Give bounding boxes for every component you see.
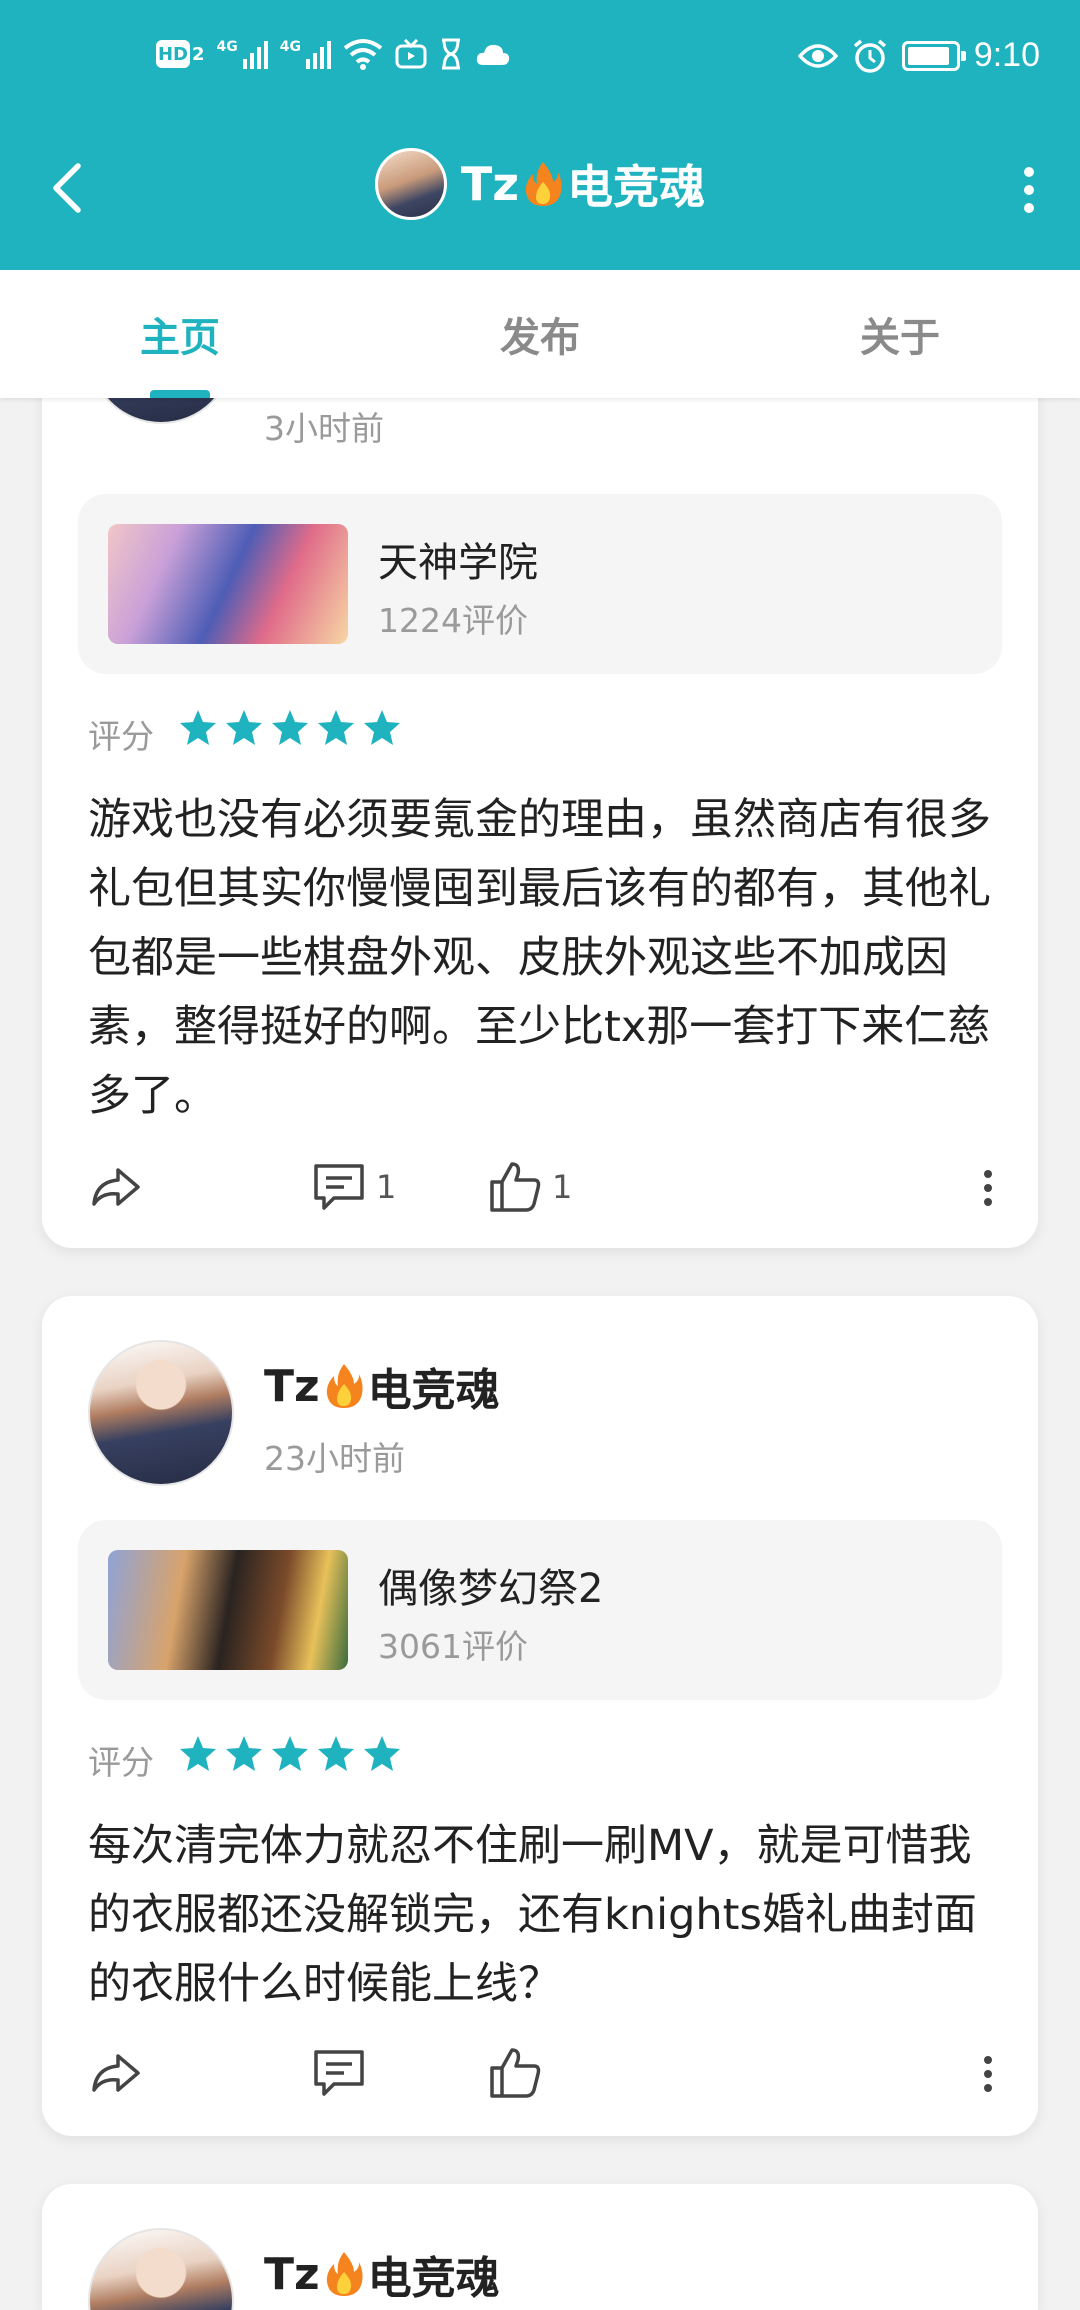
- status-right: 9:10: [797, 36, 1040, 75]
- star-rating: [178, 708, 402, 748]
- battery-icon: [901, 40, 966, 71]
- game-thumbnail: [108, 524, 348, 644]
- tab-bar: 主页 发布 关于: [0, 270, 1080, 398]
- top-bar: HD 2 4G 4G 9:10 Tz 电竞魂: [0, 0, 1080, 270]
- author-avatar[interactable]: [88, 2228, 234, 2310]
- review-text: 游戏也没有必须要氪金的理由，虽然商店有很多礼包但其实你慢慢囤到最后该有的都有，其…: [88, 795, 991, 1121]
- title-group: Tz 电竞魂: [0, 148, 1080, 220]
- comment-button[interactable]: 1: [312, 1160, 396, 1214]
- star-icon: [272, 710, 308, 745]
- cloud-icon: [476, 44, 510, 65]
- author-avatar[interactable]: [88, 1340, 234, 1486]
- wifi-icon: [343, 39, 383, 70]
- page-title: Tz 电竞魂: [461, 151, 705, 217]
- signal-icon: 4G: [217, 39, 268, 69]
- review-card[interactable]: Tz 电竞魂 23小时前 偶像梦幻祭2 3061评价 评分 每次清完体力就忍不住…: [42, 1296, 1038, 2136]
- star-icon: [272, 1736, 308, 1771]
- share-button[interactable]: [88, 1160, 142, 1214]
- star-icon: [364, 1736, 400, 1771]
- tab-home[interactable]: 主页: [0, 270, 360, 398]
- tv-icon: [395, 39, 427, 69]
- star-rating: [178, 1734, 402, 1774]
- comment-icon: [314, 2050, 364, 2096]
- like-button[interactable]: [488, 2046, 552, 2100]
- thumbs-up-icon: [490, 1162, 541, 1212]
- star-icon: [226, 710, 262, 745]
- status-bar: HD 2 4G 4G 9:10: [0, 0, 1080, 120]
- thumbs-up-icon: [490, 2048, 541, 2098]
- author-name[interactable]: Tz 电竞魂: [264, 2242, 500, 2306]
- network-type-2: 4G: [279, 39, 301, 55]
- share-icon: [92, 2054, 140, 2092]
- author-name-suffix: 电竞魂: [367, 2253, 500, 2304]
- signal-icon-2: 4G: [280, 39, 331, 69]
- star-icon: [180, 1736, 216, 1771]
- title-name: Tz: [460, 157, 520, 211]
- game-card[interactable]: 偶像梦幻祭2 3061评价: [78, 1520, 1002, 1700]
- author-name-suffix: 电竞魂: [367, 1365, 500, 1416]
- hourglass-icon: [442, 38, 460, 70]
- action-bar: [88, 2046, 1008, 2106]
- like-button[interactable]: 1: [488, 1160, 572, 1214]
- tab-posts[interactable]: 发布: [360, 270, 720, 398]
- more-options-icon[interactable]: [978, 1166, 998, 1210]
- share-button[interactable]: [88, 2046, 142, 2100]
- comment-icon: [314, 1164, 364, 1210]
- game-thumbnail: [108, 1550, 348, 1670]
- game-name: 天神学院: [378, 540, 538, 586]
- flame-icon: [525, 162, 562, 206]
- game-review-count: 1224评价: [378, 601, 528, 640]
- post-time: 23小时前: [264, 1439, 405, 1478]
- author-name[interactable]: Tz 电竞魂: [264, 1354, 500, 1418]
- rating-label: 评分: [88, 1743, 154, 1782]
- action-bar: 1 1: [88, 1160, 1008, 1220]
- comment-count: 1: [376, 1168, 397, 1206]
- star-icon: [180, 710, 216, 745]
- hd-icon: HD 2: [156, 40, 205, 68]
- tab-about[interactable]: 关于: [720, 270, 1080, 398]
- tab-indicator: [150, 390, 210, 398]
- clock-time: 9:10: [973, 36, 1040, 74]
- status-left: HD 2 4G 4G: [156, 38, 511, 70]
- author-name-text: Tz: [264, 1360, 320, 1412]
- star-icon: [364, 710, 400, 745]
- review-text: 每次清完体力就忍不住刷一刷MV，就是可惜我的衣服都还没解锁完，还有knights…: [88, 1821, 977, 2009]
- review-card[interactable]: Tz 电竞魂: [42, 2184, 1038, 2310]
- game-card[interactable]: 天神学院 1224评价: [78, 494, 1002, 674]
- star-icon: [226, 1736, 262, 1771]
- star-icon: [318, 1736, 354, 1771]
- more-options-icon[interactable]: [978, 2052, 998, 2096]
- alarm-icon: [853, 39, 886, 73]
- rating-label: 评分: [88, 717, 154, 756]
- review-card[interactable]: 3小时前 天神学院 1224评价 评分 游戏也没有必须要氪金的理由，虽然商店有很…: [42, 330, 1038, 1248]
- flame-icon: [326, 2252, 363, 2296]
- game-name: 偶像梦幻祭2: [378, 1566, 604, 1612]
- game-review-count: 3061评价: [378, 1627, 528, 1666]
- flame-icon: [326, 1364, 363, 1408]
- profile-avatar: [374, 148, 447, 220]
- title-suffix: 电竞魂: [567, 160, 706, 214]
- like-count: 1: [552, 1168, 573, 1206]
- app-bar: Tz 电竞魂: [0, 120, 1080, 270]
- network-type-1: 4G: [216, 39, 238, 55]
- post-time: 3小时前: [264, 409, 384, 448]
- hd-sub: 2: [192, 43, 205, 65]
- author-name-text: Tz: [264, 2248, 320, 2300]
- star-icon: [318, 710, 354, 745]
- more-vertical-icon[interactable]: [1014, 160, 1044, 220]
- hd-label: HD: [156, 40, 190, 68]
- share-icon: [92, 1168, 140, 1206]
- eye-icon: [797, 43, 838, 68]
- comment-button[interactable]: [312, 2046, 376, 2100]
